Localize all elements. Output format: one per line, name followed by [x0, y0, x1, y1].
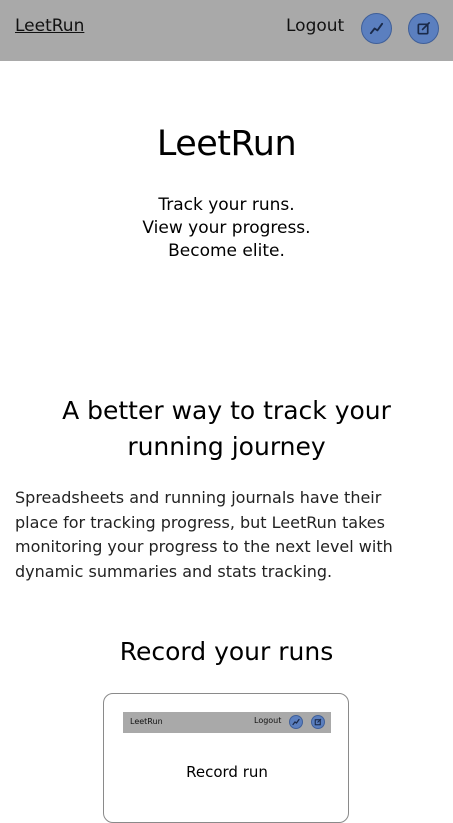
- logout-link[interactable]: Logout: [286, 16, 344, 36]
- line-chart-icon: [369, 22, 384, 35]
- brand-link[interactable]: LeetRun: [15, 16, 84, 36]
- top-navbar: LeetRun Logout: [0, 0, 453, 61]
- feature-title: A better way to track your running journ…: [62, 396, 391, 461]
- preview-edit-icon: [311, 715, 325, 729]
- preview-stats-icon: [289, 715, 303, 729]
- record-section-title: Record your runs: [119, 637, 334, 666]
- record-run-preview-card: LeetRun Logout Record run: [103, 693, 349, 823]
- preview-navbar: LeetRun Logout: [123, 712, 331, 733]
- feature-description: Spreadsheets and running journals have t…: [15, 488, 393, 581]
- tagline-line: Track your runs.: [158, 195, 295, 215]
- tagline-line: View your progress.: [142, 218, 311, 238]
- stats-button[interactable]: [361, 13, 392, 44]
- record-run-button[interactable]: [408, 13, 439, 44]
- preview-logout: Logout: [254, 716, 282, 725]
- tagline-line: Become elite.: [168, 241, 285, 261]
- preview-brand: LeetRun: [130, 717, 163, 726]
- hero-title: LeetRun: [156, 124, 297, 164]
- hero-tagline: Track your runs. View your progress. Bec…: [0, 194, 453, 263]
- edit-square-icon: [417, 22, 430, 35]
- preview-heading: Record run: [186, 763, 268, 781]
